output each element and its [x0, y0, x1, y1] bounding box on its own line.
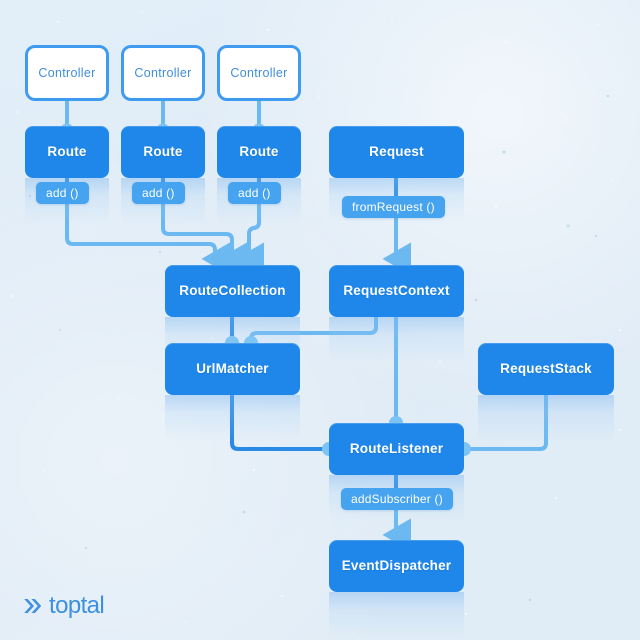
node-controller3[interactable]: Controller: [217, 45, 301, 101]
node-routecollection[interactable]: RouteCollection: [165, 265, 300, 317]
diagram-canvas: Controller Controller Controller Route Route…: [0, 0, 640, 640]
node-reflection: [329, 317, 464, 363]
node-route1[interactable]: Route: [25, 126, 109, 178]
node-label: RouteListener: [349, 441, 444, 457]
node-reflection: [329, 592, 464, 638]
method-label-text: add (): [142, 186, 175, 200]
node-requestcontext[interactable]: RequestContext: [329, 265, 464, 317]
method-label-add2: add (): [132, 182, 185, 204]
node-label: Controller: [134, 65, 192, 80]
node-label: Route: [239, 144, 279, 160]
method-label-text: add (): [238, 186, 271, 200]
node-label: Request: [369, 144, 424, 160]
node-label: EventDispatcher: [341, 558, 452, 574]
method-label-fromrequest: fromRequest (): [342, 196, 445, 218]
node-label: UrlMatcher: [196, 361, 269, 377]
node-eventdispatcher[interactable]: EventDispatcher: [329, 540, 464, 592]
node-urlmatcher[interactable]: UrlMatcher: [165, 343, 300, 395]
method-label-add1: add (): [36, 182, 89, 204]
method-label-text: fromRequest (): [352, 200, 435, 214]
node-routelistener[interactable]: RouteListener: [329, 423, 464, 475]
node-label: Route: [47, 144, 87, 160]
node-label: Route: [143, 144, 183, 160]
method-label-add3: add (): [228, 182, 281, 204]
node-reflection: [165, 395, 300, 441]
method-label-addsubscriber: addSubscriber (): [341, 488, 453, 510]
node-route2[interactable]: Route: [121, 126, 205, 178]
node-request[interactable]: Request: [329, 126, 464, 178]
node-label: Controller: [38, 65, 96, 80]
method-label-text: addSubscriber (): [351, 492, 443, 506]
toptal-logo: toptal: [22, 592, 105, 619]
logo-wordmark: toptal: [49, 592, 105, 619]
node-controller2[interactable]: Controller: [121, 45, 205, 101]
node-route3[interactable]: Route: [217, 126, 301, 178]
node-reflection: [478, 395, 614, 441]
node-label: RouteCollection: [179, 283, 286, 299]
toptal-chevron-logo-icon: [24, 599, 42, 613]
node-label: RequestContext: [343, 283, 450, 299]
node-requeststack[interactable]: RequestStack: [478, 343, 614, 395]
method-label-text: add (): [46, 186, 79, 200]
node-label: RequestStack: [500, 361, 592, 377]
node-label: Controller: [230, 65, 288, 80]
node-controller1[interactable]: Controller: [25, 45, 109, 101]
